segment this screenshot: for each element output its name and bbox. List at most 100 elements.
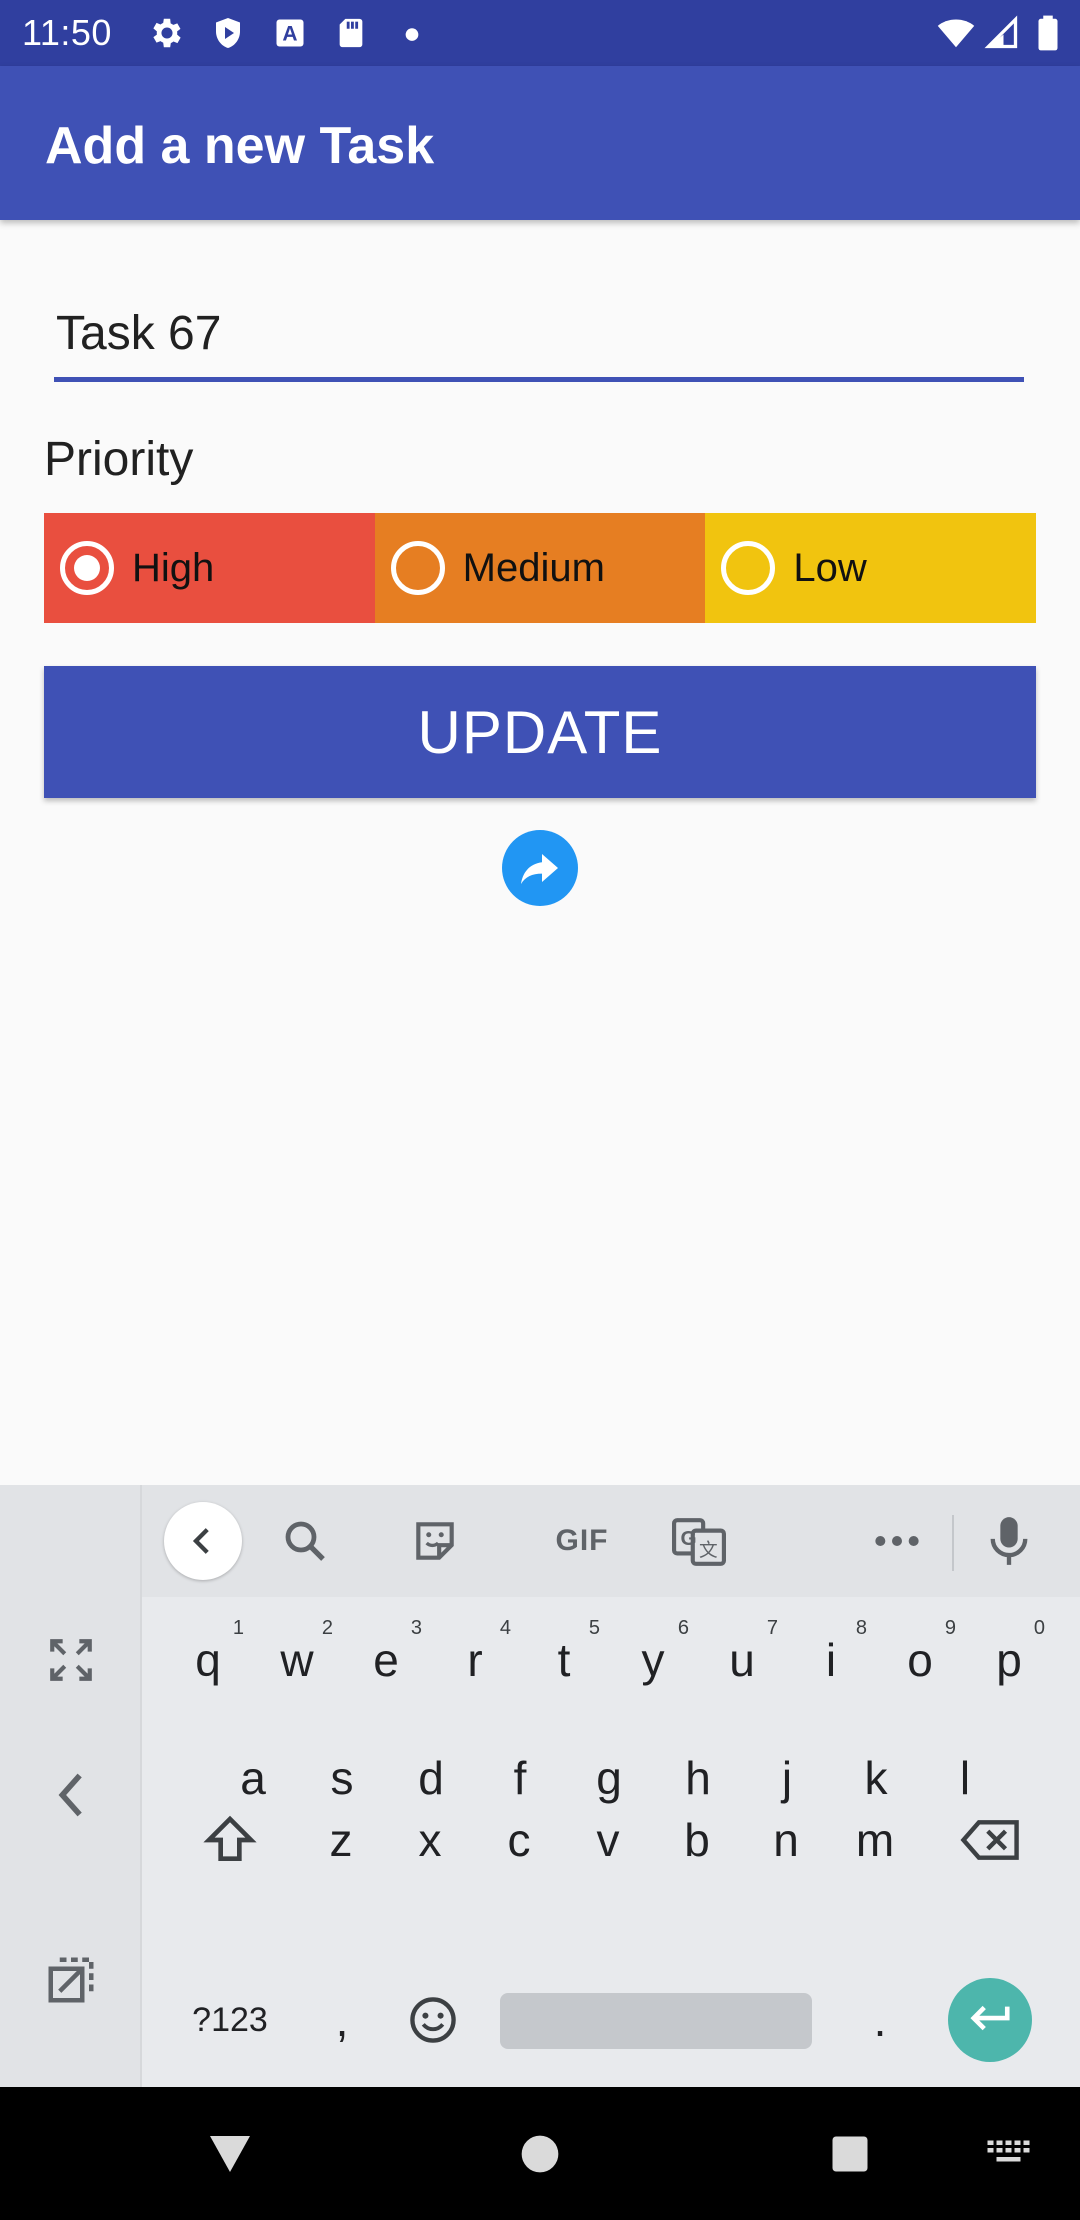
- translate-button[interactable]: G 文: [664, 1485, 734, 1597]
- wifi-icon: [937, 19, 975, 48]
- enter-icon: [970, 2005, 1010, 2031]
- navigation-bar: [0, 2087, 1080, 2220]
- comma-key[interactable]: ,: [312, 1975, 372, 2065]
- keyboard-side-panel: [0, 1485, 142, 2087]
- key-y-hint: 6: [677, 1617, 689, 1639]
- key-i-hint: 8: [855, 1617, 867, 1639]
- sticker-icon: [416, 1522, 454, 1560]
- svg-text:文: 文: [699, 1541, 718, 1562]
- mic-button[interactable]: [974, 1485, 1044, 1597]
- more-horiz-icon: [875, 1536, 919, 1546]
- nav-home-icon: [521, 2135, 559, 2172]
- key-n-label: n: [773, 1814, 799, 1866]
- nav-recents-button[interactable]: [810, 2087, 890, 2220]
- key-c[interactable]: c: [479, 1795, 559, 1885]
- key-c-label: c: [507, 1814, 531, 1866]
- more-button[interactable]: [862, 1485, 932, 1597]
- key-e-label: e: [373, 1634, 399, 1686]
- sticker-button[interactable]: [400, 1485, 470, 1597]
- key-u[interactable]: u7: [702, 1615, 782, 1705]
- nav-back-button[interactable]: [195, 2087, 265, 2220]
- key-w-hint: 2: [321, 1617, 333, 1639]
- notification-dot-icon: [405, 28, 419, 41]
- keyboard-toolbar: GIF G 文: [142, 1485, 1080, 1597]
- key-n[interactable]: n: [746, 1795, 826, 1885]
- backspace-icon: [960, 1820, 1019, 1860]
- key-q[interactable]: q1: [168, 1615, 248, 1705]
- share-button[interactable]: [502, 830, 578, 906]
- key-i-label: i: [825, 1634, 837, 1686]
- share-arrow-icon: [521, 854, 558, 884]
- key-z-label: z: [329, 1814, 353, 1866]
- cell-signal-icon: [984, 15, 1018, 49]
- page-title: Add a new Task: [45, 117, 435, 175]
- key-q-hint: 1: [232, 1617, 244, 1639]
- key-q-label: q: [195, 1634, 221, 1686]
- fullscreen-icon[interactable]: [36, 1625, 106, 1695]
- task-name-input[interactable]: [54, 290, 1024, 382]
- key-v-label: v: [596, 1814, 620, 1866]
- key-t-label: t: [557, 1634, 571, 1686]
- key-i[interactable]: i8: [791, 1615, 871, 1705]
- key-o[interactable]: o9: [880, 1615, 960, 1705]
- emoji-key[interactable]: [398, 1975, 468, 2065]
- nav-home-button[interactable]: [500, 2087, 580, 2220]
- priority-high-label: High: [132, 545, 215, 590]
- key-m[interactable]: m: [835, 1795, 915, 1885]
- battery-icon: [1038, 15, 1058, 51]
- key-b[interactable]: b: [657, 1795, 737, 1885]
- key-a[interactable]: a: [213, 1733, 293, 1823]
- keyboard-icon: [987, 2140, 1030, 2161]
- toolbar-divider: [952, 1515, 954, 1571]
- key-p-hint: 0: [1033, 1617, 1045, 1639]
- key-p[interactable]: p0: [969, 1615, 1049, 1705]
- key-w-label: w: [280, 1634, 314, 1686]
- chevron-left-icon: [192, 1528, 209, 1554]
- shield-icon: [216, 18, 240, 48]
- svg-text:A: A: [282, 23, 297, 46]
- priority-low-option[interactable]: Low: [705, 513, 1037, 623]
- priority-label: Priority: [44, 433, 194, 486]
- keyboard-back-button[interactable]: [164, 1485, 242, 1597]
- gif-button[interactable]: GIF: [542, 1485, 622, 1597]
- key-v[interactable]: v: [568, 1795, 648, 1885]
- search-icon: [285, 1521, 325, 1561]
- key-r[interactable]: r4: [435, 1615, 515, 1705]
- status-time: 11:50: [22, 12, 112, 53]
- gif-label: GIF: [555, 1524, 609, 1557]
- key-e-hint: 3: [410, 1617, 422, 1639]
- key-l[interactable]: l: [925, 1733, 1005, 1823]
- priority-medium-option[interactable]: Medium: [374, 513, 706, 623]
- symbols-key[interactable]: ?123: [180, 1975, 280, 2065]
- key-y-label: y: [641, 1634, 665, 1686]
- chevron-left-icon[interactable]: [36, 1745, 106, 1845]
- key-z[interactable]: z: [301, 1795, 381, 1885]
- period-key[interactable]: .: [850, 1975, 910, 2065]
- key-m-label: m: [855, 1814, 895, 1866]
- key-o-label: o: [907, 1634, 933, 1686]
- priority-medium-label: Medium: [462, 545, 605, 590]
- priority-low-label: Low: [793, 545, 867, 590]
- space-key[interactable]: [500, 1993, 812, 2049]
- key-t[interactable]: t5: [524, 1615, 604, 1705]
- key-r-hint: 4: [499, 1617, 511, 1639]
- priority-radio-group: High Medium Low: [44, 513, 1037, 623]
- key-u-label: u: [729, 1634, 755, 1686]
- settings-icon: [153, 18, 181, 48]
- key-p-label: p: [996, 1634, 1022, 1686]
- enter-key[interactable]: [948, 1978, 1032, 2062]
- search-button[interactable]: [270, 1485, 340, 1597]
- popout-icon[interactable]: [36, 1945, 106, 2015]
- update-button[interactable]: UPDATE: [44, 666, 1036, 798]
- keyboard-switch-button[interactable]: [975, 2087, 1045, 2220]
- key-w[interactable]: w2: [257, 1615, 337, 1705]
- mic-icon: [990, 1517, 1028, 1565]
- sd-card-icon: [339, 18, 363, 48]
- key-y[interactable]: y6: [613, 1615, 693, 1705]
- key-x[interactable]: x: [390, 1795, 470, 1885]
- key-b-label: b: [684, 1814, 710, 1866]
- translate-icon: G 文: [672, 1518, 726, 1566]
- priority-high-option[interactable]: High: [44, 513, 375, 623]
- key-e[interactable]: e3: [346, 1615, 426, 1705]
- key-u-hint: 7: [766, 1617, 778, 1639]
